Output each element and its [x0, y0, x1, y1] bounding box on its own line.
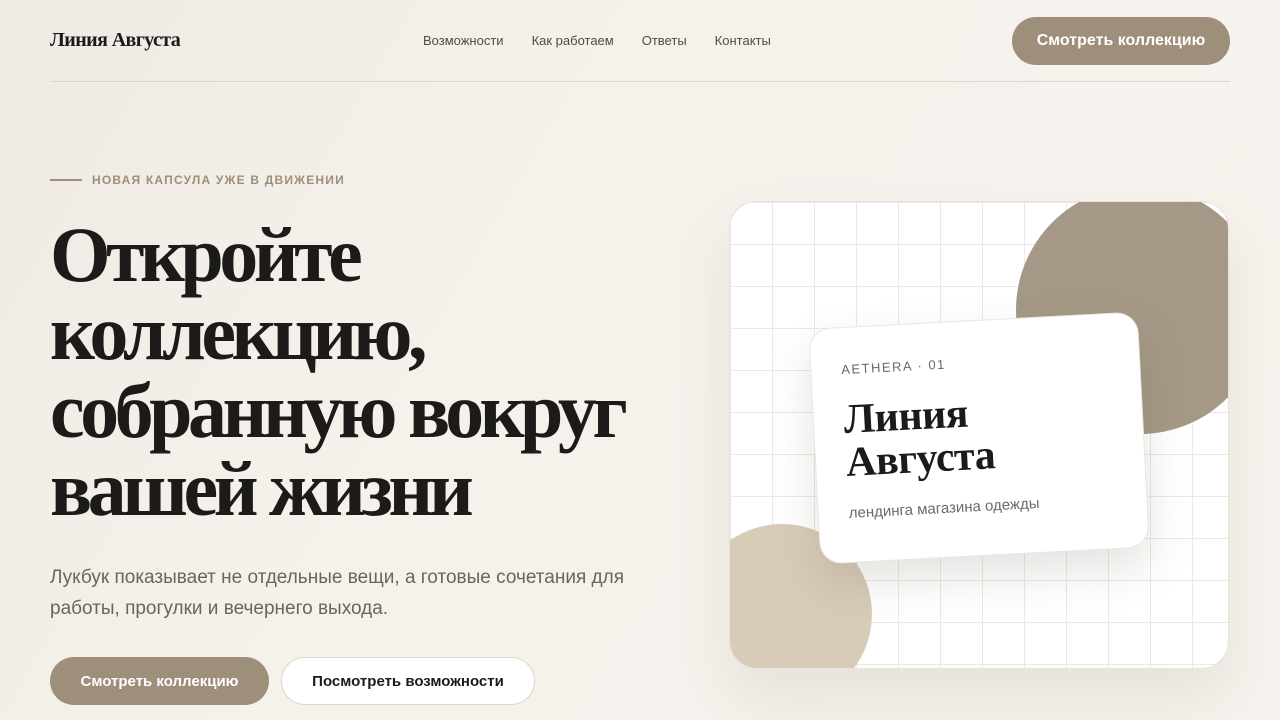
hero-title-line: вашей жизни [50, 445, 474, 532]
tag-card-subtitle: лендинга магазина одежды [848, 494, 1040, 522]
nav-link-contacts[interactable]: Контакты [715, 33, 771, 49]
tag-card-title: Линия Августа [843, 385, 1115, 486]
tag-card-meta: AETHERA · 01 [840, 356, 947, 378]
main-nav: Возможности Как работаем Ответы Контакты [423, 33, 771, 49]
nav-link-features[interactable]: Возможности [423, 33, 504, 49]
hero-title-line: Откройте [50, 211, 363, 298]
hero-title: Откройте коллекцию, собранную вокруг ваш… [50, 216, 700, 528]
view-collection-button[interactable]: Смотреть коллекцию [50, 657, 269, 705]
nav-link-answers[interactable]: Ответы [642, 33, 687, 49]
brand-logo[interactable]: Линия Августа [50, 29, 181, 52]
header-view-collection-button[interactable]: Смотреть коллекцию [1012, 16, 1230, 65]
hero-eyebrow: НОВАЯ КАПСУЛА УЖЕ В ДВИЖЕНИИ [50, 173, 345, 187]
site-header: Линия Августа Возможности Как работаем О… [50, 0, 1230, 82]
brand-tag-card: AETHERA · 01 Линия Августа лендинга мага… [808, 311, 1150, 565]
landing-page: Линия Августа Возможности Как работаем О… [0, 0, 1280, 720]
hero-title-line: коллекцию, [50, 289, 427, 376]
view-features-button[interactable]: Посмотреть возможности [281, 657, 535, 705]
hero-visual: AETHERA · 01 Линия Августа лендинга мага… [729, 201, 1229, 669]
nav-link-how-we-work[interactable]: Как работаем [532, 33, 614, 49]
hero-subtitle: Лукбук показывает не отдельные вещи, а г… [50, 567, 624, 619]
hero-title-line: собранную вокруг [50, 367, 628, 454]
eyebrow-text: НОВАЯ КАПСУЛА УЖЕ В ДВИЖЕНИИ [92, 173, 345, 187]
hero-cta-row: Смотреть коллекцию Посмотреть возможност… [50, 657, 535, 705]
eyebrow-line [50, 179, 82, 181]
